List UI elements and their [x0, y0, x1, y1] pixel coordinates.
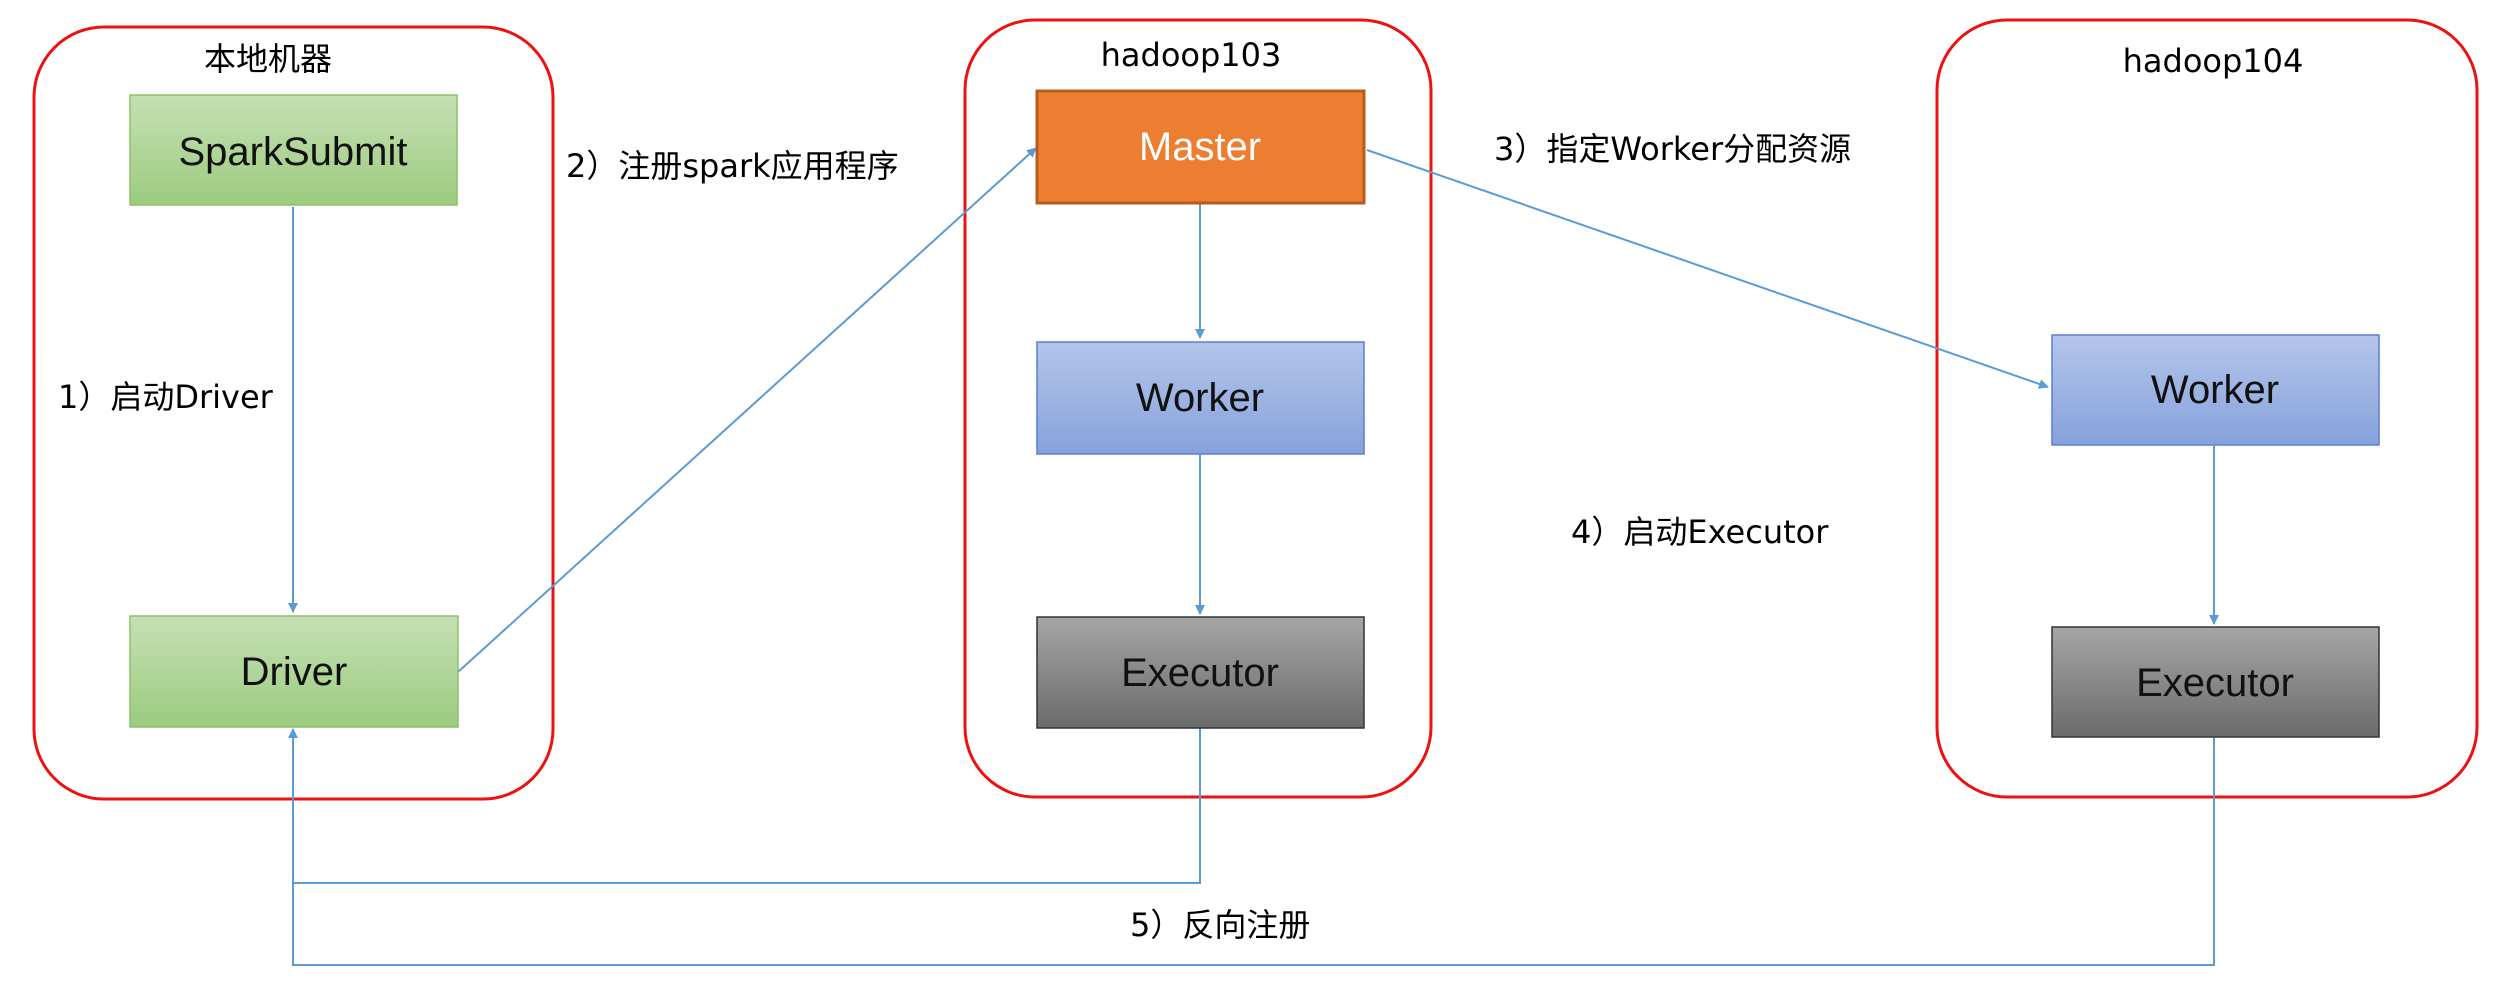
group-title: hadoop103: [1101, 36, 1282, 74]
spark-standalone-diagram: 本地机器 hadoop103 hadoop104 SparkSubmit Dri…: [32, 18, 2479, 966]
node-label: Executor: [1121, 651, 1279, 695]
node-worker-hadoop104: Worker: [2051, 334, 2380, 446]
node-master: Master: [1035, 89, 1366, 205]
node-label: Driver: [241, 650, 348, 694]
group-title: 本地机器: [204, 40, 332, 78]
node-label: Executor: [2136, 661, 2294, 705]
node-worker-hadoop103: Worker: [1036, 341, 1365, 455]
node-label: Master: [1139, 125, 1261, 169]
node-label: Worker: [1136, 376, 1264, 420]
group-title: hadoop104: [2123, 42, 2304, 80]
node-label: SparkSubmit: [179, 130, 408, 174]
node-executor-hadoop103: Executor: [1036, 616, 1365, 729]
node-label: Worker: [2151, 368, 2279, 412]
edge-label-step4: 4）启动Executor: [1571, 513, 1829, 551]
node-spark-submit: SparkSubmit: [129, 94, 458, 206]
node-driver: Driver: [129, 615, 459, 728]
edge-label-step3: 3）指定Worker分配资源: [1494, 130, 1851, 168]
edge-label-step1: 1）启动Driver: [58, 378, 274, 416]
edge-label-step2: 2）注册spark应用程序: [566, 147, 899, 185]
node-executor-hadoop104: Executor: [2051, 626, 2380, 738]
edge-label-step5: 5）反向注册: [1130, 906, 1310, 944]
